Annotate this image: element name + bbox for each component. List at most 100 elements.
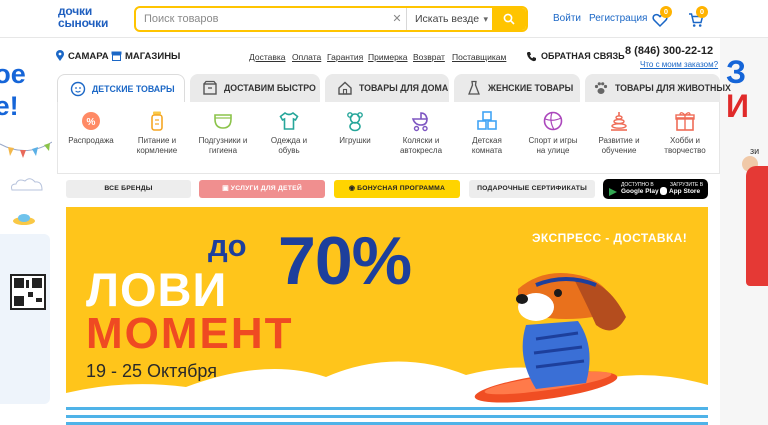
category-sale[interactable]: % Распродажа — [58, 110, 124, 146]
banner-prefix: до — [208, 228, 247, 263]
search-bar: ✕ Искать везде ▾ — [134, 6, 528, 32]
category-label-line-1: Детская — [472, 136, 502, 145]
search-input[interactable] — [136, 8, 388, 30]
ball-icon — [543, 111, 563, 131]
banner-dates: 19 - 25 Октября — [86, 361, 217, 381]
category-diapers[interactable]: Подгузники и гигиена — [190, 110, 256, 156]
google-play-label: Google Play — [621, 188, 659, 195]
house-icon — [338, 81, 352, 95]
tab-kids-goods[interactable]: ДЕТСКИЕ ТОВАРЫ — [57, 74, 185, 102]
gift-cards-button[interactable]: ПОДАРОЧНЫЕ СЕРТИФИКАТЫ — [469, 180, 595, 198]
category-label-line-2: комната — [471, 146, 503, 155]
pyramid-toy-icon — [611, 112, 627, 131]
category-label-line-1: Хобби и — [669, 136, 701, 145]
dress-icon — [468, 80, 480, 95]
promo-banner[interactable]: до 70% ЛОВИ МОМЕНТ 19 - 25 Октября ЭКСПР… — [66, 207, 708, 425]
category-education[interactable]: Развитие и обучение — [586, 110, 652, 156]
category-tabs: ДЕТСКИЕ ТОВАРЫ ДОСТАВИМ БЫСТРО ТОВАРЫ ДЛ… — [57, 74, 731, 102]
category-label-line-2: на улице — [536, 146, 570, 155]
bonus-program-button[interactable]: ◉ БОНУСНАЯ ПРОГРАММА — [334, 180, 460, 198]
tab-fast-delivery[interactable]: ДОСТАВИМ БЫСТРО — [190, 74, 320, 102]
chevron-down-icon: ▾ — [483, 14, 488, 24]
category-feeding[interactable]: Питание и кормление — [124, 110, 190, 156]
category-grid: % Распродажа Питание и кормление Подгузн… — [57, 102, 720, 174]
category-label-line-1: Подгузники и — [198, 136, 248, 145]
page: дочки сыночки ✕ Искать везде ▾ Войти Рег… — [0, 0, 768, 425]
nav-link-warranty[interactable]: Гарантия — [327, 52, 363, 62]
paw-icon — [594, 82, 608, 94]
info-bar: САМАРА МАГАЗИНЫ Доставка Оплата Гарантия… — [55, 42, 720, 72]
category-toys[interactable]: Игрушки — [322, 110, 388, 146]
category-kids-room[interactable]: Детская комната — [454, 110, 520, 156]
tab-label: ТОВАРЫ ДЛЯ ДОМА — [359, 83, 449, 93]
gift-icon — [675, 112, 695, 131]
app-store-badges[interactable]: ДОСТУПНО В Google Play ЗАГРУЗИТЕ В App S… — [603, 179, 708, 199]
category-label-line-1: Коляски и — [402, 136, 440, 145]
baby-bottle-icon — [151, 111, 163, 131]
app-store-label: App Store — [669, 188, 701, 195]
search-scope-label: Искать везде — [415, 13, 480, 25]
app-promo-card — [0, 234, 50, 404]
tab-home-goods[interactable]: ТОВАРЫ ДЛЯ ДОМА — [325, 74, 449, 102]
search-button[interactable] — [492, 8, 526, 30]
nav-link-returns[interactable]: Возврат — [413, 52, 445, 62]
category-label-line-2: кормление — [136, 146, 178, 155]
tshirt-icon — [279, 111, 299, 130]
store-icon — [111, 51, 122, 61]
tab-women-goods[interactable]: ЖЕНСКИЕ ТОВАРЫ — [454, 74, 580, 102]
search-scope-select[interactable]: Искать везде ▾ — [406, 8, 494, 30]
logo-line-2: сыночки — [58, 16, 109, 30]
left-side-banner[interactable]: вое ие! — [0, 38, 52, 425]
category-hobby[interactable]: Хобби и творчество — [652, 110, 718, 156]
register-link[interactable]: Регистрация — [589, 13, 647, 24]
category-strollers[interactable]: Коляски и автокресла — [388, 110, 454, 156]
garland-icon — [0, 141, 52, 158]
clear-icon[interactable]: ✕ — [388, 8, 406, 30]
feedback-link[interactable]: ОБРАТНАЯ СВЯЗЬ — [541, 51, 625, 61]
nav-link-fitting[interactable]: Примерка — [368, 52, 408, 62]
category-label-line-1: Игрушки — [339, 136, 371, 145]
category-sports[interactable]: Спорт и игры на улице — [520, 110, 586, 156]
qr-code — [10, 274, 46, 310]
box-icon — [203, 80, 217, 95]
ufo-icon — [13, 214, 35, 225]
tab-pet-goods[interactable]: ТОВАРЫ ДЛЯ ЖИВОТНЫХ — [585, 74, 731, 102]
category-label-line-1: Питание и — [137, 136, 177, 145]
category-label-line-2: творчество — [664, 146, 706, 155]
bonus-icon: ◉ — [348, 185, 358, 192]
phone-number[interactable]: 8 (846) 300-22-12 — [625, 45, 713, 57]
logo[interactable]: дочки сыночки — [58, 5, 120, 29]
nav-link-delivery[interactable]: Доставка — [249, 52, 286, 62]
left-promo-line-2: ие! — [0, 91, 19, 121]
stores-link[interactable]: МАГАЗИНЫ — [125, 51, 180, 62]
category-label-line-2: обувь — [278, 146, 300, 155]
cart-count-badge: 0 — [696, 6, 708, 18]
order-status-link[interactable]: Что с моим заказом? — [640, 60, 718, 69]
baby-face-icon — [70, 81, 86, 97]
phone-icon — [526, 52, 536, 62]
apple-icon — [660, 187, 667, 195]
city-selector[interactable]: САМАРА — [68, 51, 109, 62]
nav-link-suppliers[interactable]: Поставщикам — [452, 52, 506, 62]
banner-headline-1: ЛОВИ — [86, 263, 228, 316]
bonus-program-label: БОНУСНАЯ ПРОГРАММА — [357, 185, 446, 192]
left-promo-line-1: вое — [0, 59, 26, 89]
google-play-icon — [609, 188, 617, 196]
category-label-line-1: Распродажа — [68, 136, 114, 145]
tab-label: ДЕТСКИЕ ТОВАРЫ — [92, 84, 175, 94]
category-label-line-2: автокресла — [399, 146, 443, 155]
cloud-icon — [11, 178, 43, 191]
svg-text:%: % — [87, 117, 96, 128]
nav-link-payment[interactable]: Оплата — [292, 52, 321, 62]
all-brands-button[interactable]: ВСЕ БРЕНДЫ — [66, 180, 191, 198]
gift-icon: ▣ — [222, 185, 231, 192]
category-label-line-1: Одежда и — [270, 136, 308, 145]
tab-label: ТОВАРЫ ДЛЯ ЖИВОТНЫХ — [615, 83, 731, 93]
category-label-line-1: Развитие и — [598, 136, 640, 145]
child-jacket-illustration — [746, 166, 768, 286]
category-clothes[interactable]: Одежда и обувь — [256, 110, 322, 156]
login-link[interactable]: Войти — [553, 13, 581, 24]
search-icon — [503, 13, 515, 25]
kids-services-button[interactable]: ▣ УСЛУГИ ДЛЯ ДЕТЕЙ — [199, 180, 325, 198]
category-label-line-1: Спорт и игры — [528, 136, 578, 145]
